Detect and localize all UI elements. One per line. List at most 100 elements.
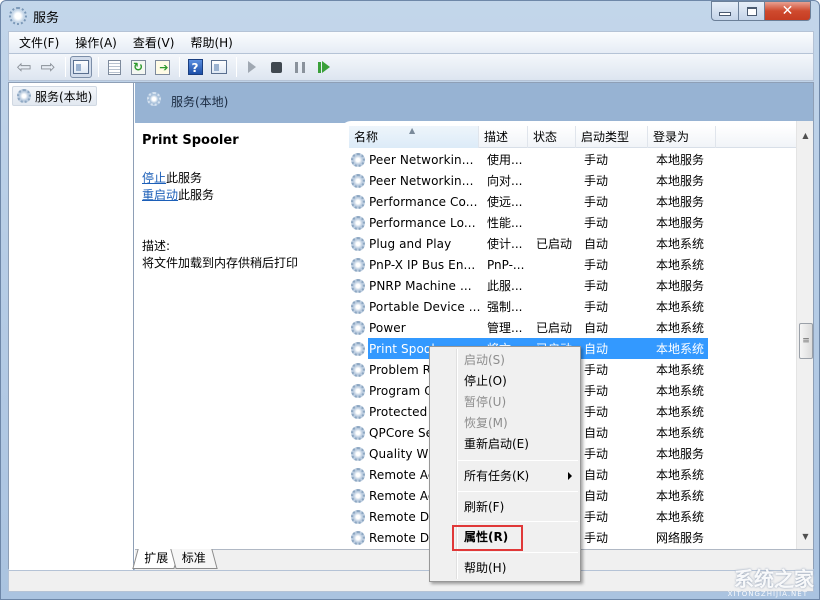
console-tree: 服务(本地): [9, 83, 134, 570]
service-row[interactable]: Power 管理... 已启动 自动 本地系统: [349, 317, 797, 338]
content-area: 服务(本地) 服务(本地) Print Spooler 停止此服务 重启动此服务…: [8, 82, 814, 570]
service-description-cell: 强制...: [487, 300, 523, 314]
service-row[interactable]: Plug and Play 使计... 已启动 自动 本地系统: [349, 233, 797, 254]
restart-service-button[interactable]: [313, 56, 335, 78]
service-logon-cell: 本地系统: [656, 426, 705, 440]
column-header-name-label: 名称: [354, 130, 379, 144]
context-menu-item-stop[interactable]: 停止(O): [464, 371, 507, 391]
export-list-button[interactable]: ➔: [151, 56, 173, 78]
tab-standard-label: 标准: [181, 551, 206, 565]
minimize-icon: [719, 12, 731, 16]
show-hide-console-tree-button[interactable]: [70, 56, 92, 78]
service-logon-cell: 本地系统: [656, 405, 705, 419]
watermark-url: XITONGZHIJIA.NET: [727, 590, 808, 598]
toolbar-separator: [179, 57, 180, 77]
refresh-button[interactable]: ↻: [127, 56, 149, 78]
back-button[interactable]: ⇦: [13, 56, 35, 78]
service-description-cell: 向对...: [487, 174, 523, 188]
tab-extended-label: 扩展: [144, 551, 169, 565]
menu-bar: 文件(F) 操作(A) 查看(V) 帮助(H): [8, 31, 814, 53]
scroll-up-icon[interactable]: ▲: [797, 127, 814, 144]
service-description-cell: 管理...: [487, 321, 523, 335]
close-button[interactable]: ✕: [765, 1, 811, 21]
restart-service-action: 重启动此服务: [142, 186, 214, 203]
stop-service-suffix: 此服务: [166, 171, 203, 185]
service-logon-cell: 本地服务: [656, 195, 705, 209]
service-gear-icon: [351, 383, 365, 398]
service-gear-icon: [351, 299, 365, 314]
service-startup-type-cell: 手动: [584, 279, 609, 293]
services-gear-icon: [9, 7, 27, 25]
title-bar[interactable]: 服务 ✕: [1, 1, 819, 31]
context-menu-item-all-tasks[interactable]: 所有任务(K): [464, 466, 529, 486]
service-description-cell: PnP-...: [487, 257, 525, 272]
service-gear-icon: [351, 173, 365, 188]
context-menu-item-help[interactable]: 帮助(H): [464, 558, 506, 578]
column-header-description[interactable]: 描述: [479, 126, 528, 148]
service-logon-cell: 网络服务: [656, 531, 705, 545]
scroll-down-icon[interactable]: ▼: [797, 528, 814, 545]
column-header-name[interactable]: ▲ 名称: [349, 126, 479, 148]
column-header-status[interactable]: 状态: [528, 126, 576, 148]
service-status-cell: 已启动: [536, 321, 573, 335]
service-startup-type-cell: 手动: [584, 405, 609, 419]
menu-view[interactable]: 查看(V): [133, 34, 175, 51]
service-description-cell: 使远...: [487, 195, 523, 209]
tree-item-services-local[interactable]: 服务(本地): [12, 86, 98, 106]
context-menu-separator: [458, 460, 578, 461]
service-row[interactable]: Peer Networkin... 向对... 手动 本地服务: [349, 170, 797, 191]
service-row[interactable]: Peer Networkin... 使用... 手动 本地服务: [349, 149, 797, 170]
service-startup-type-cell: 自动: [584, 489, 609, 503]
column-header-logon-as[interactable]: 登录为: [648, 126, 716, 148]
properties-button[interactable]: [103, 56, 125, 78]
service-name-cell: Peer Networkin...: [369, 152, 474, 167]
service-name-cell: Performance Co...: [369, 194, 478, 209]
service-gear-icon: [351, 488, 365, 503]
scrollbar-thumb[interactable]: ≡: [799, 323, 813, 359]
start-service-button[interactable]: [241, 56, 263, 78]
menu-file[interactable]: 文件(F): [19, 34, 59, 51]
context-menu-item-refresh[interactable]: 刷新(F): [464, 497, 504, 517]
service-row[interactable]: PnP-X IP Bus En... PnP-... 手动 本地系统: [349, 254, 797, 275]
maximize-button[interactable]: [739, 1, 765, 21]
context-menu-item-restart[interactable]: 重新启动(E): [464, 434, 529, 454]
service-logon-cell: 本地系统: [656, 384, 705, 398]
tab-standard[interactable]: 标准: [170, 549, 218, 569]
column-header-startup-type[interactable]: 启动类型: [576, 126, 648, 148]
toolbar-separator: [98, 57, 99, 77]
pause-service-button[interactable]: [289, 56, 311, 78]
tree-item-label: 服务(本地): [35, 89, 93, 104]
service-description-cell: 此服...: [487, 279, 523, 293]
restart-service-link[interactable]: 重启动: [142, 188, 178, 202]
stop-service-button[interactable]: [265, 56, 287, 78]
service-gear-icon: [351, 278, 365, 293]
service-logon-cell: 本地服务: [656, 174, 705, 188]
service-gear-icon: [351, 446, 365, 461]
service-logon-cell: 本地系统: [656, 510, 705, 524]
window-controls: ✕: [711, 1, 811, 21]
menu-help[interactable]: 帮助(H): [190, 34, 232, 51]
list-header: ▲ 名称 描述 状态 启动类型 登录为: [349, 126, 797, 148]
toolbar-separator: [65, 57, 66, 77]
stop-service-link[interactable]: 停止: [142, 171, 166, 185]
vertical-scrollbar[interactable]: ▲ ≡ ▼: [796, 121, 813, 549]
service-row[interactable]: Performance Co... 使远... 手动 本地服务: [349, 191, 797, 212]
service-row[interactable]: PNRP Machine ... 此服... 手动 本地服务: [349, 275, 797, 296]
description-pane: Print Spooler 停止此服务 重启动此服务 描述: 将文件加载到内存供…: [135, 123, 345, 563]
watermark-logo: 系统之家: [734, 567, 814, 591]
minimize-button[interactable]: [711, 1, 739, 21]
service-logon-cell: 本地服务: [656, 216, 705, 230]
service-logon-cell: 本地系统: [656, 300, 705, 314]
context-menu-separator: [458, 491, 578, 492]
show-hide-action-pane-button[interactable]: [208, 56, 230, 78]
restart-service-suffix: 此服务: [178, 188, 215, 202]
service-logon-cell: 本地服务: [656, 447, 705, 461]
service-gear-icon: [351, 341, 365, 356]
menu-action[interactable]: 操作(A): [75, 34, 117, 51]
service-logon-cell: 本地服务: [656, 153, 705, 167]
service-name: Print Spooler: [142, 133, 239, 148]
service-row[interactable]: Portable Device ... 强制... 手动 本地系统: [349, 296, 797, 317]
help-button[interactable]: ?: [184, 56, 206, 78]
service-row[interactable]: Performance Lo... 性能... 手动 本地服务: [349, 212, 797, 233]
forward-button[interactable]: ⇨: [37, 56, 59, 78]
